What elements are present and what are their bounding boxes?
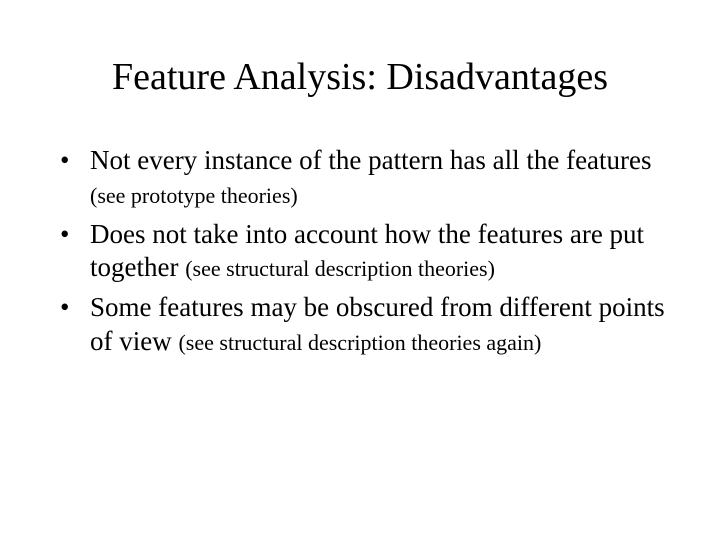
bullet-note-text: (see structural description theories) [185,256,495,281]
bullet-note-text: (see prototype theories) [90,183,298,208]
bullet-item: Not every instance of the pattern has al… [60,144,670,212]
bullet-item: Does not take into account how the featu… [60,218,670,286]
bullet-list: Not every instance of the pattern has al… [50,144,670,359]
bullet-main-text: Not every instance of the pattern has al… [90,145,652,175]
bullet-item: Some features may be obscured from diffe… [60,291,670,359]
bullet-note-text: (see structural description theories aga… [178,330,541,355]
slide-title: Feature Analysis: Disadvantages [50,55,670,99]
